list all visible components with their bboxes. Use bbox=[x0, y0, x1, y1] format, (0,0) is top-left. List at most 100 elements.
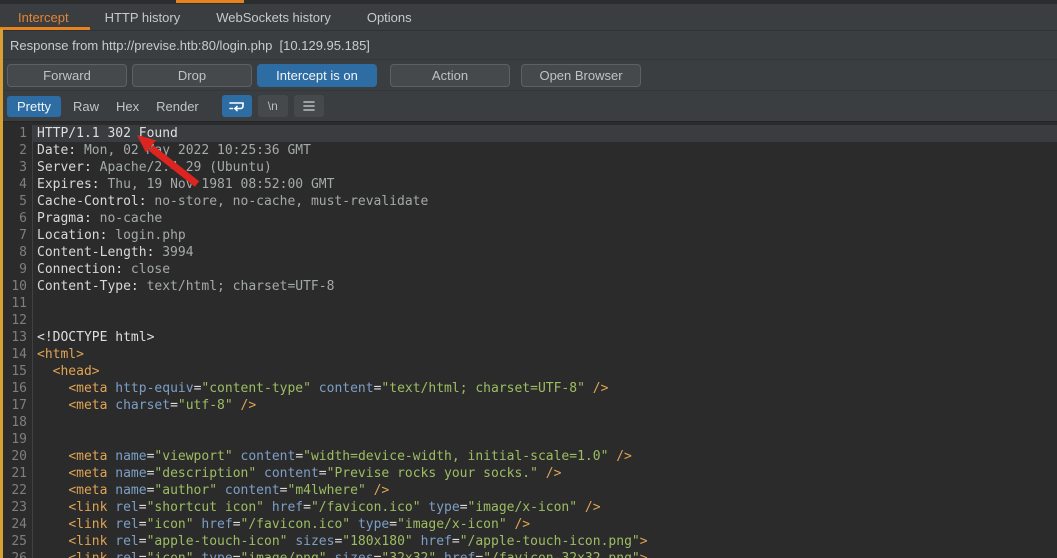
code-text: Location: login.php bbox=[32, 227, 1057, 244]
code-line[interactable]: 19 bbox=[0, 431, 1057, 448]
code-text bbox=[32, 295, 1057, 312]
code-line[interactable]: 14<html> bbox=[0, 346, 1057, 363]
code-line[interactable]: 23 <link rel="shortcut icon" href="/favi… bbox=[0, 499, 1057, 516]
code-line[interactable]: 26 <link rel="icon" type="image/png" siz… bbox=[0, 550, 1057, 558]
line-number: 25 bbox=[0, 533, 32, 550]
code-line[interactable]: 6Pragma: no-cache bbox=[0, 210, 1057, 227]
code-line[interactable]: 8Content-Length: 3994 bbox=[0, 244, 1057, 261]
code-text: <meta name="viewport" content="width=dev… bbox=[32, 448, 1057, 465]
code-text: <link rel="apple-touch-icon" sizes="180x… bbox=[32, 533, 1057, 550]
code-text: Connection: close bbox=[32, 261, 1057, 278]
line-number: 14 bbox=[0, 346, 32, 363]
active-tab-underline bbox=[0, 27, 90, 30]
code-text: <meta name="description" content="Previs… bbox=[32, 465, 1057, 482]
line-number: 4 bbox=[0, 176, 32, 193]
code-text: Date: Mon, 02 May 2022 10:25:36 GMT bbox=[32, 142, 1057, 159]
line-number: 3 bbox=[0, 159, 32, 176]
code-line[interactable]: 15 <head> bbox=[0, 363, 1057, 380]
code-line[interactable]: 10Content-Type: text/html; charset=UTF-8 bbox=[0, 278, 1057, 295]
open-browser-button[interactable]: Open Browser bbox=[521, 64, 641, 87]
code-text: <meta name="author" content="m4lwhere" /… bbox=[32, 482, 1057, 499]
code-line[interactable]: 12 bbox=[0, 312, 1057, 329]
line-number: 7 bbox=[0, 227, 32, 244]
code-line[interactable]: 24 <link rel="icon" href="/favicon.ico" … bbox=[0, 516, 1057, 533]
line-number: 13 bbox=[0, 329, 32, 346]
code-line[interactable]: 9Connection: close bbox=[0, 261, 1057, 278]
code-text: <link rel="shortcut icon" href="/favicon… bbox=[32, 499, 1057, 516]
code-line[interactable]: 22 <meta name="author" content="m4lwhere… bbox=[0, 482, 1057, 499]
code-lines-container: 1HTTP/1.1 302 Found2Date: Mon, 02 May 20… bbox=[0, 125, 1057, 558]
code-text: Server: Apache/2.4.29 (Ubuntu) bbox=[32, 159, 1057, 176]
code-text: Pragma: no-cache bbox=[32, 210, 1057, 227]
line-number: 18 bbox=[0, 414, 32, 431]
action-button[interactable]: Action bbox=[390, 64, 510, 87]
code-line[interactable]: 21 <meta name="description" content="Pre… bbox=[0, 465, 1057, 482]
intercept-action-bar: Forward Drop Intercept is on Action Open… bbox=[0, 60, 1057, 91]
menu-glyph bbox=[302, 100, 316, 112]
code-text: <link rel="icon" type="image/png" sizes=… bbox=[32, 550, 1057, 558]
response-editor[interactable]: 1HTTP/1.1 302 Found2Date: Mon, 02 May 20… bbox=[0, 122, 1057, 558]
tab-websockets-history[interactable]: WebSockets history bbox=[198, 4, 349, 30]
line-number: 9 bbox=[0, 261, 32, 278]
code-line[interactable]: 7Location: login.php bbox=[0, 227, 1057, 244]
code-line[interactable]: 16 <meta http-equiv="content-type" conte… bbox=[0, 380, 1057, 397]
menu-icon[interactable] bbox=[294, 95, 324, 117]
line-number: 5 bbox=[0, 193, 32, 210]
panel-accent-stripe bbox=[0, 29, 3, 558]
line-number: 21 bbox=[0, 465, 32, 482]
code-line[interactable]: 3Server: Apache/2.4.29 (Ubuntu) bbox=[0, 159, 1057, 176]
wrap-lines-icon[interactable] bbox=[222, 95, 252, 117]
line-number: 19 bbox=[0, 431, 32, 448]
intercept-toggle-button[interactable]: Intercept is on bbox=[257, 64, 377, 87]
line-number: 23 bbox=[0, 499, 32, 516]
code-line[interactable]: 13<!DOCTYPE html> bbox=[0, 329, 1057, 346]
line-number: 20 bbox=[0, 448, 32, 465]
code-text: Expires: Thu, 19 Nov 1981 08:52:00 GMT bbox=[32, 176, 1057, 193]
code-text: <meta http-equiv="content-type" content=… bbox=[32, 380, 1057, 397]
burp-proxy-intercept-panel: Intercept HTTP history WebSockets histor… bbox=[0, 0, 1057, 558]
code-line[interactable]: 5Cache-Control: no-store, no-cache, must… bbox=[0, 193, 1057, 210]
code-text: <html> bbox=[32, 346, 1057, 363]
code-text: Content-Type: text/html; charset=UTF-8 bbox=[32, 278, 1057, 295]
code-text: <meta charset="utf-8" /> bbox=[32, 397, 1057, 414]
line-number: 10 bbox=[0, 278, 32, 295]
line-number: 16 bbox=[0, 380, 32, 397]
newline-chars-icon[interactable]: \n bbox=[258, 95, 288, 117]
line-number: 12 bbox=[0, 312, 32, 329]
line-number: 1 bbox=[0, 125, 32, 142]
view-mode-hex[interactable]: Hex bbox=[116, 99, 139, 114]
forward-button[interactable]: Forward bbox=[7, 64, 127, 87]
code-line[interactable]: 18 bbox=[0, 414, 1057, 431]
code-text: <head> bbox=[32, 363, 1057, 380]
tab-http-history[interactable]: HTTP history bbox=[87, 4, 199, 30]
line-number: 22 bbox=[0, 482, 32, 499]
code-text: <!DOCTYPE html> bbox=[32, 329, 1057, 346]
wrap-lines-glyph bbox=[228, 99, 246, 113]
code-line[interactable]: 4Expires: Thu, 19 Nov 1981 08:52:00 GMT bbox=[0, 176, 1057, 193]
line-number: 11 bbox=[0, 295, 32, 312]
code-line[interactable]: 20 <meta name="viewport" content="width=… bbox=[0, 448, 1057, 465]
code-text: <link rel="icon" href="/favicon.ico" typ… bbox=[32, 516, 1057, 533]
code-line[interactable]: 17 <meta charset="utf-8" /> bbox=[0, 397, 1057, 414]
view-mode-render[interactable]: Render bbox=[156, 99, 199, 114]
drop-button[interactable]: Drop bbox=[132, 64, 252, 87]
line-number: 24 bbox=[0, 516, 32, 533]
proxy-subtab-bar: Intercept HTTP history WebSockets histor… bbox=[0, 4, 1057, 31]
tab-options[interactable]: Options bbox=[349, 4, 430, 30]
code-text: Content-Length: 3994 bbox=[32, 244, 1057, 261]
code-line[interactable]: 25 <link rel="apple-touch-icon" sizes="1… bbox=[0, 533, 1057, 550]
code-text: HTTP/1.1 302 Found bbox=[32, 125, 1057, 142]
line-number: 17 bbox=[0, 397, 32, 414]
line-number: 2 bbox=[0, 142, 32, 159]
code-line[interactable]: 11 bbox=[0, 295, 1057, 312]
code-line[interactable]: 1HTTP/1.1 302 Found bbox=[0, 125, 1057, 142]
line-number: 15 bbox=[0, 363, 32, 380]
response-origin-text: Response from http://previse.htb:80/logi… bbox=[10, 38, 370, 53]
proxy-tab-indicator bbox=[176, 0, 244, 3]
code-text bbox=[32, 431, 1057, 448]
code-line[interactable]: 2Date: Mon, 02 May 2022 10:25:36 GMT bbox=[0, 142, 1057, 159]
view-mode-raw[interactable]: Raw bbox=[73, 99, 99, 114]
view-mode-pretty[interactable]: Pretty bbox=[7, 96, 61, 117]
line-number: 8 bbox=[0, 244, 32, 261]
editor-view-toolbar: Pretty Raw Hex Render \n bbox=[0, 91, 1057, 122]
